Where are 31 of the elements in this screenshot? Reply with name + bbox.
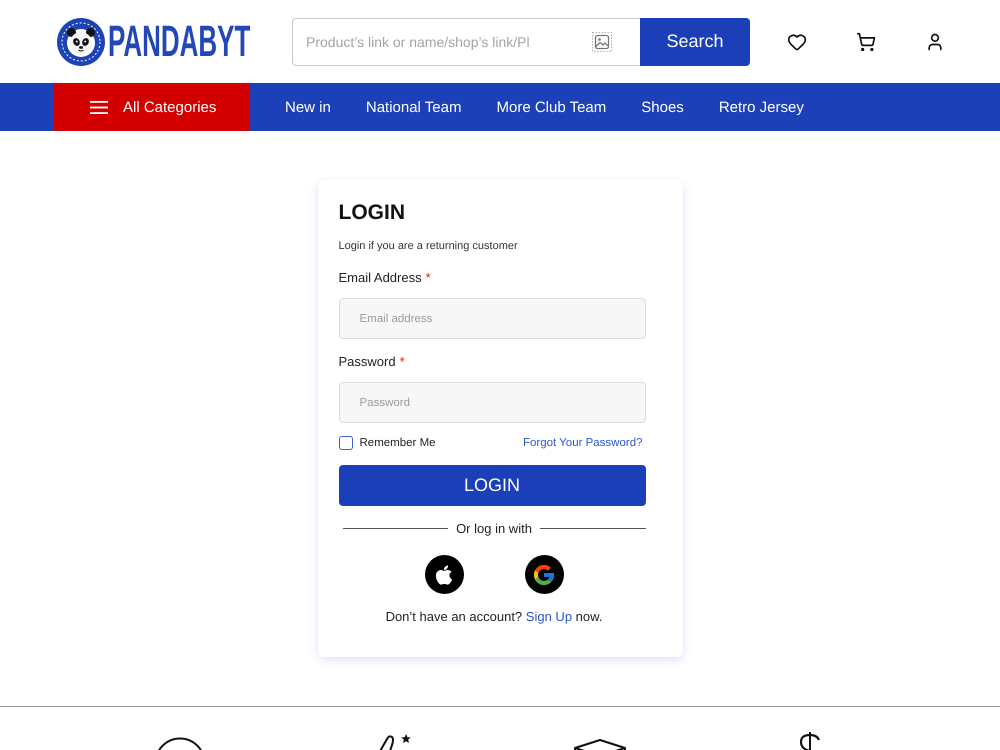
signup-link[interactable]: Sign Up bbox=[526, 609, 572, 624]
apple-icon[interactable] bbox=[424, 555, 464, 594]
input-field[interactable]: Email address bbox=[338, 298, 646, 339]
nav-link[interactable]: Retro Jersey bbox=[718, 98, 804, 116]
nav-link[interactable]: National Team bbox=[366, 98, 462, 116]
heart-icon[interactable] bbox=[787, 32, 807, 52]
image-search-icon[interactable] bbox=[592, 32, 612, 52]
field-label: Password bbox=[338, 354, 396, 368]
brand-wordmark: PANDABYT bbox=[108, 20, 250, 64]
remember-checkbox[interactable] bbox=[338, 436, 352, 450]
login-subtitle: Login if you are a returning customer bbox=[338, 239, 518, 254]
google-icon[interactable] bbox=[524, 555, 564, 594]
nav-link[interactable]: New in bbox=[285, 98, 331, 116]
forgot-password-link[interactable]: Forgot Your Password? bbox=[522, 437, 642, 449]
all-categories-button[interactable]: All Categories bbox=[54, 83, 249, 131]
menu-icon bbox=[90, 100, 108, 114]
search-button[interactable]: Search bbox=[640, 18, 750, 66]
signup-prompt: Don’t have an account? Sign Up now. bbox=[384, 608, 602, 626]
login-title: LOGIN bbox=[338, 201, 405, 225]
input-field[interactable]: Password bbox=[338, 382, 646, 423]
search-field[interactable]: Product’s link or name/shop’s link/Pl bbox=[292, 18, 640, 66]
cart-icon[interactable] bbox=[856, 32, 876, 52]
nav-link[interactable]: Shoes bbox=[641, 98, 684, 116]
required-mark: * bbox=[426, 270, 431, 284]
required-mark: * bbox=[400, 354, 405, 368]
remember-label: Remember Me bbox=[360, 437, 436, 449]
nav-link[interactable]: More Club Team bbox=[496, 98, 606, 116]
panda-logo-icon bbox=[57, 18, 105, 66]
divider-text: Or log in with bbox=[456, 520, 532, 536]
field-label: Email Address bbox=[338, 270, 422, 284]
login-button[interactable]: LOGIN bbox=[338, 465, 646, 506]
